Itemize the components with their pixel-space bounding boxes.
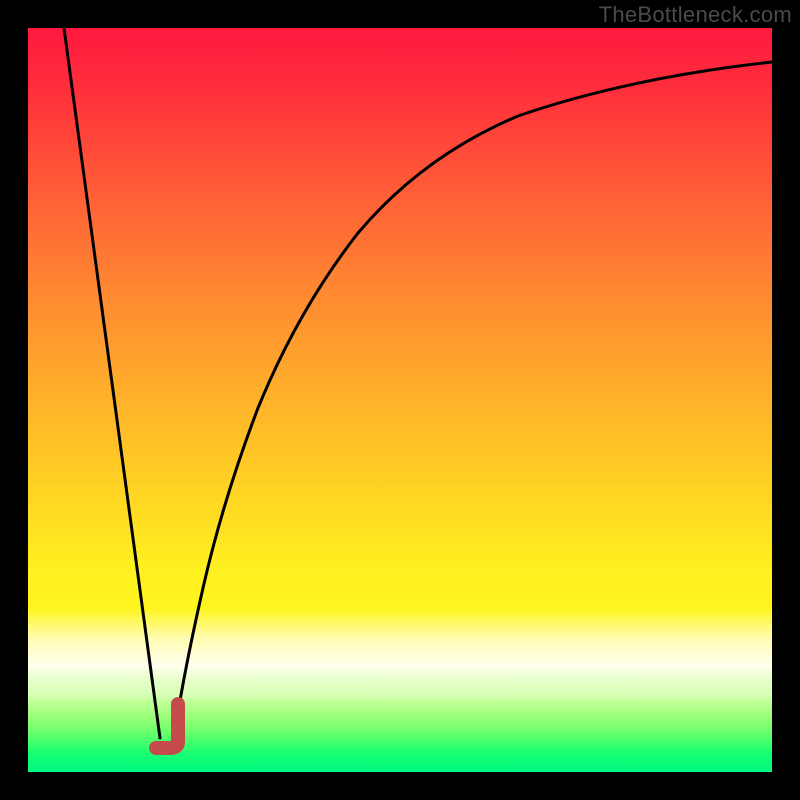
plot-area	[28, 28, 772, 772]
descending-line	[64, 28, 160, 738]
curve-svg	[28, 28, 772, 772]
watermark-text: TheBottleneck.com	[599, 2, 792, 28]
chart-frame: TheBottleneck.com	[0, 0, 800, 800]
ascending-curve	[174, 62, 772, 738]
